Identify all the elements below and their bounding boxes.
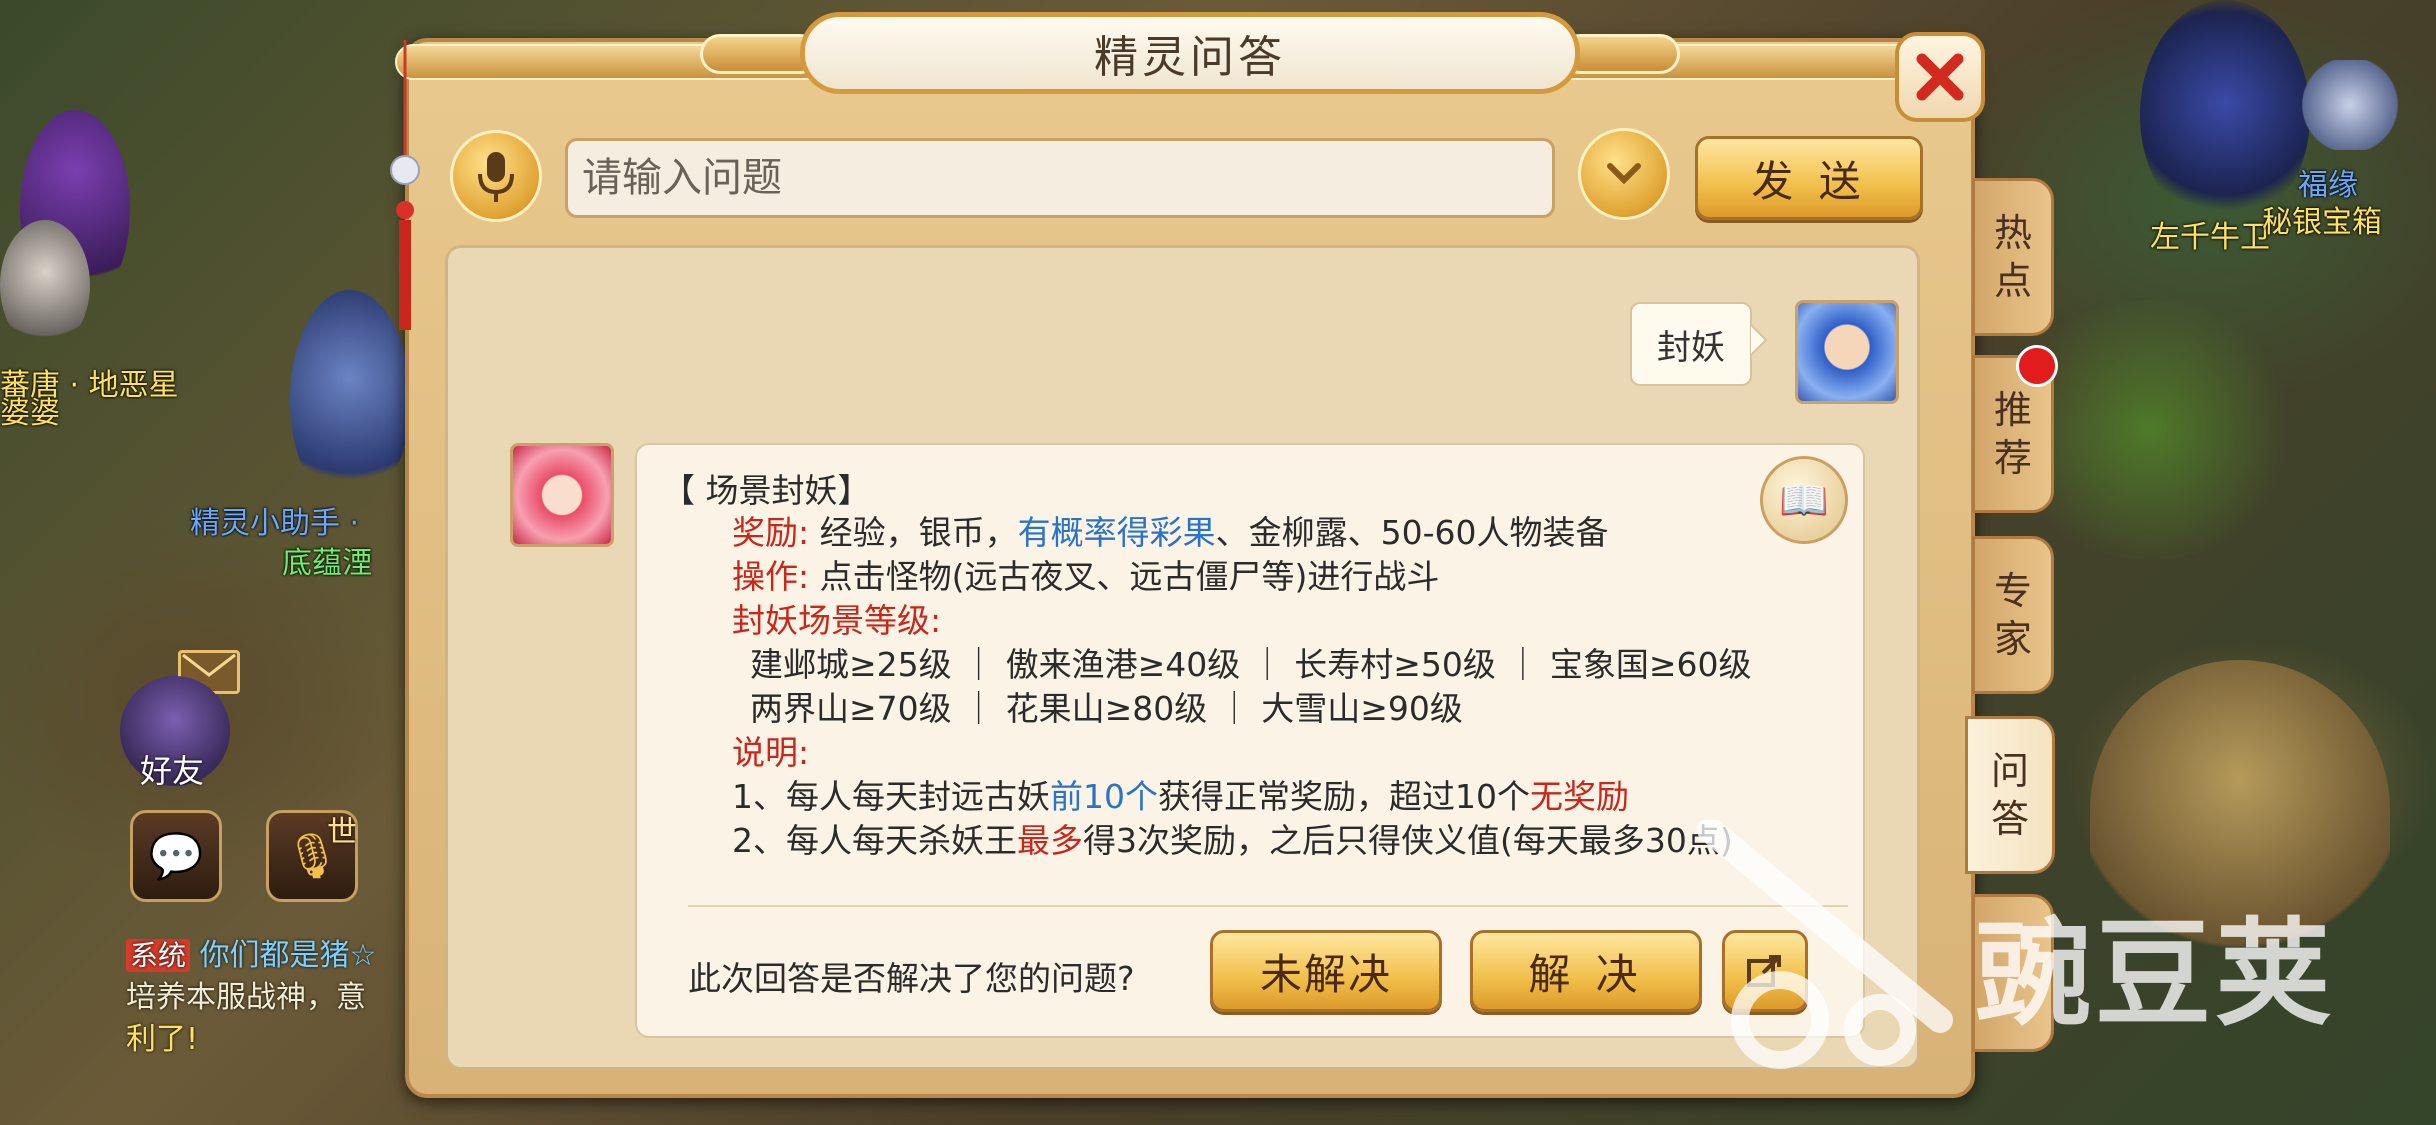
user-bubble-tail [1750, 322, 1768, 358]
chat-bubble-button[interactable]: 💬 [130, 810, 222, 902]
note1-a: 1、每人每天封远古妖 [732, 777, 1050, 816]
level-label: 封妖场景等级: [732, 601, 942, 640]
feedback-question: 此次回答是否解决了您的问题? [688, 959, 1135, 998]
guide-book-button[interactable]: 📖 [1760, 456, 1848, 544]
system-tag: 系统 [126, 939, 191, 972]
answer-reward: 奖励: 经验，银币，有概率得彩果、金柳露、50-60人物装备 [732, 506, 1609, 554]
chat-bubble-icon: 💬 [148, 831, 204, 882]
levels-row-1: 建邺城≥25级 ｜ 傲来渔港≥40级 ｜ 长寿村≥50级 ｜ 宝象国≥60级 [750, 645, 1752, 684]
note-1: 1、每人每天封远古妖前10个获得正常奖励，超过10个无奖励 [732, 770, 1629, 818]
npc-figure-guard[interactable] [2140, 0, 2310, 230]
npc-label-2: 婆婆 [0, 396, 60, 431]
question-input[interactable] [565, 138, 1555, 218]
tab-qa[interactable]: 问 答 [1965, 716, 2055, 874]
send-button[interactable]: 发 送 [1695, 136, 1923, 220]
operation-text: 点击怪物(远古夜叉、远古僵尸等)进行战斗 [809, 557, 1440, 596]
spirit-avatar [510, 443, 614, 547]
chat-line-3: 利了! [126, 1022, 199, 1057]
voice-world-button[interactable]: 🎙 世 [266, 810, 358, 902]
watermark-text: 豌豆荚 [1975, 907, 2335, 1042]
close-button[interactable] [1895, 32, 1985, 122]
chat-line-1-text: 你们都是猪☆ [199, 938, 377, 973]
tab-hot[interactable]: 热 点 [1972, 178, 2054, 336]
reward-label: 奖励: [732, 513, 810, 552]
note2-a: 2、每人每天杀妖王 [732, 821, 1017, 860]
tab-qa-char2: 答 [1990, 797, 2029, 841]
note2-red: 最多 [1017, 821, 1083, 860]
close-icon [1916, 53, 1964, 101]
notification-dot [2016, 345, 2058, 387]
operation-label: 操作: [732, 557, 810, 596]
reward-text-a: 经验，银币， [809, 513, 1018, 552]
tab-recommend-char1: 推 [1993, 388, 2032, 432]
note2-b: 得3次奖励，之后只得侠义值(每天最多30点) [1083, 821, 1733, 860]
answer-heading: 【 场景封妖】 [662, 471, 871, 510]
answer-operation: 操作: 点击怪物(远古夜叉、远古僵尸等)进行战斗 [732, 550, 1439, 598]
tab-hot-char2: 点 [1993, 259, 2032, 303]
tab-recommend-char2: 荐 [1993, 436, 2032, 480]
chat-line-2: 培养本服战神，意 [126, 980, 366, 1015]
chat-line-1: 系统 你们都是猪☆ [126, 930, 376, 974]
levels-row-2: 两界山≥70级 ｜ 花果山≥80级 ｜ 大雪山≥90级 [750, 689, 1463, 728]
answer-divider [688, 905, 1848, 907]
book-icon: 📖 [1779, 477, 1829, 524]
treasure-chest[interactable] [2300, 60, 2400, 150]
reward-text-b: 、金柳露、50-60人物装备 [1215, 513, 1609, 552]
tab-hot-char1: 热 [1993, 211, 2032, 255]
dialog-title: 精灵问答 [800, 12, 1580, 94]
note1-b: 获得正常奖励，超过10个 [1158, 777, 1530, 816]
npc-label-3: 精灵小助手 · [190, 506, 360, 541]
npc-label-chest: 秘银宝箱 [2262, 205, 2382, 240]
unresolved-button[interactable]: 未解决 [1210, 930, 1442, 1012]
reward-highlight: 有概率得彩果 [1017, 513, 1216, 552]
npc-label-guard: 左千牛卫 [2150, 220, 2270, 255]
npc-figure-left-mid[interactable] [0, 220, 90, 350]
npc-label-4: 底蕴湮 [282, 546, 372, 581]
world-badge: 世 [327, 815, 357, 850]
note-label: 说明: [732, 733, 810, 772]
tab-expert-char2: 家 [1993, 617, 2032, 661]
tassel-ornament [390, 40, 420, 330]
friend-label: 好友 [140, 752, 205, 790]
voice-input-button[interactable] [450, 130, 542, 222]
history-dropdown-button[interactable] [1578, 128, 1670, 220]
note1-highlight: 前10个 [1050, 777, 1158, 816]
user-avatar [1795, 300, 1899, 404]
chevron-down-icon [1607, 163, 1641, 185]
resolved-button[interactable]: 解 决 [1470, 930, 1702, 1012]
tab-expert-char1: 专 [1993, 569, 2032, 613]
note-2: 2、每人每天杀妖王最多得3次奖励，之后只得侠义值(每天最多30点) [732, 814, 1733, 862]
user-question-bubble: 封妖 [1630, 302, 1752, 386]
tab-qa-char1: 问 [1990, 749, 2029, 793]
watermark-logo [1697, 820, 1953, 1069]
friend-button[interactable]: 好友 [120, 676, 230, 790]
tab-expert[interactable]: 专 家 [1972, 536, 2054, 694]
microphone-icon [478, 152, 514, 202]
note1-red: 无奖励 [1530, 777, 1629, 816]
